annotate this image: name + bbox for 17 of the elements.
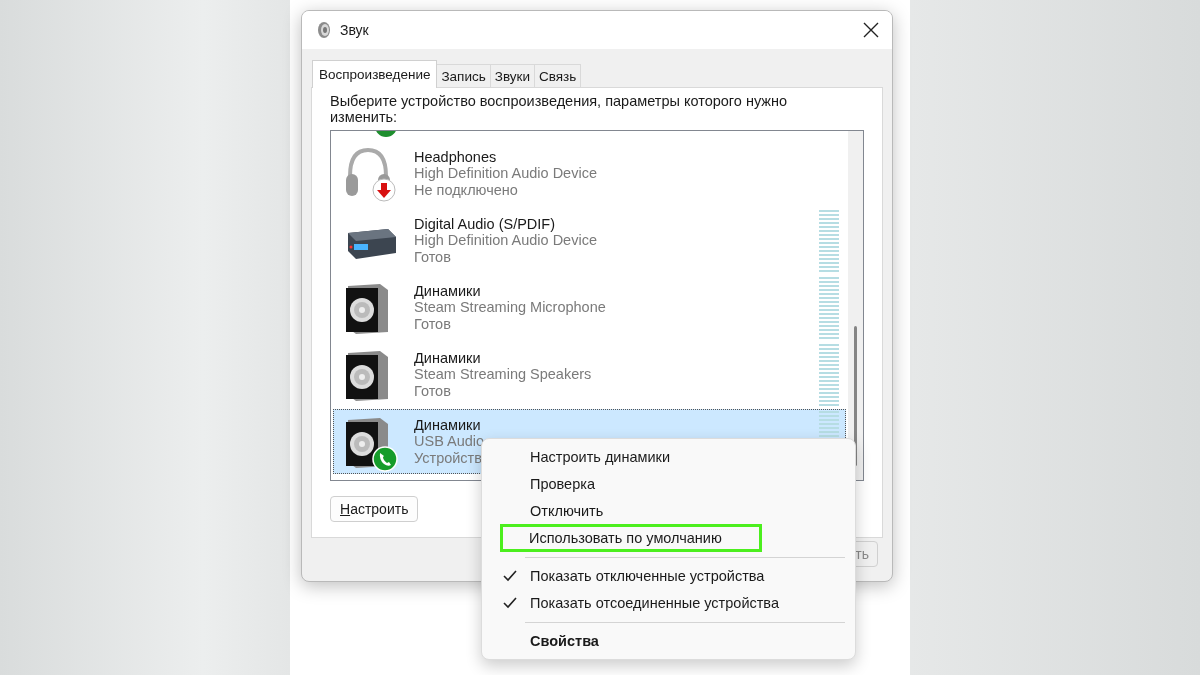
device-driver: USB Audio	[414, 433, 485, 450]
device-status: Устройств	[414, 449, 482, 467]
device-name: Динамики	[414, 349, 481, 367]
device-status: Не подключено	[414, 181, 518, 199]
device-name: Динамики	[414, 416, 481, 434]
device-driver: High Definition Audio Device	[414, 165, 597, 182]
instruction-text: Выберите устройство воспроизведения, параметры которого нужно изменить:	[330, 93, 789, 125]
device-driver: High Definition Audio Device	[414, 232, 597, 249]
device-status: Готов	[414, 248, 451, 266]
device-name: Headphones	[414, 148, 497, 166]
device-status: Готов	[414, 382, 451, 400]
device-name: Динамики	[414, 282, 481, 300]
device-driver: Steam Streaming Speakers	[414, 366, 592, 383]
device-driver: Steam Streaming Microphone	[414, 299, 606, 316]
device-name: Digital Audio (S/PDIF)	[414, 215, 556, 233]
window-title: Звук	[340, 22, 370, 38]
device-status: Готов	[414, 315, 451, 333]
